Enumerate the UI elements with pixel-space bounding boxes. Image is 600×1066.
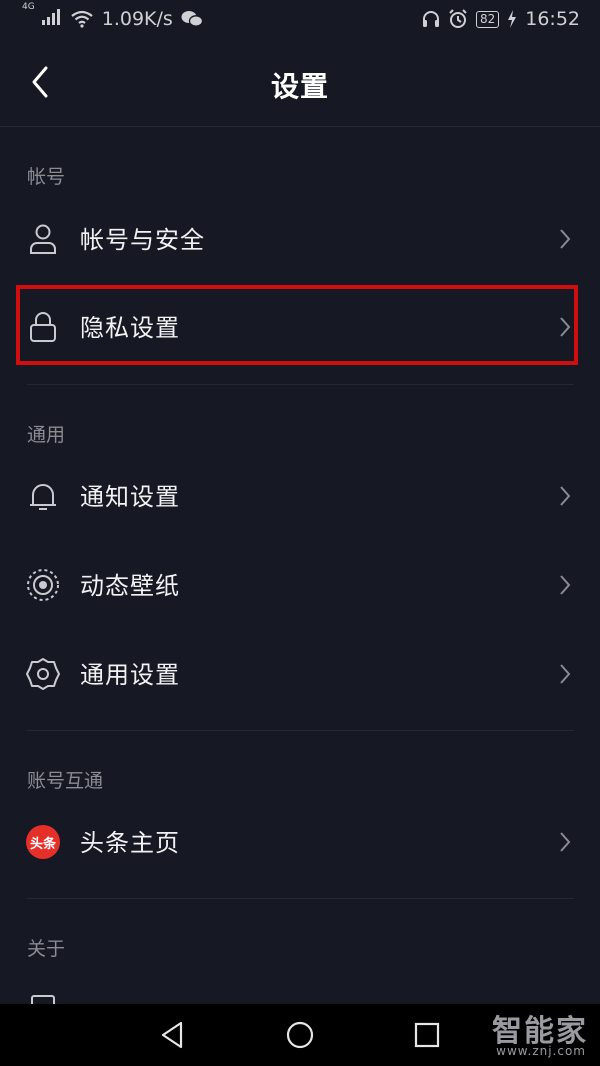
charging-icon <box>508 10 517 28</box>
gear-icon <box>26 658 60 690</box>
home-circle-icon[interactable] <box>283 1018 317 1052</box>
chevron-right-icon <box>560 575 571 595</box>
settings-item-label: 帐号与安全 <box>80 226 205 254</box>
clock: 16:52 <box>525 8 580 30</box>
network-speed: 1.09K/s <box>101 8 173 30</box>
section-header-about: 关于 <box>27 938 66 960</box>
settings-item-label: 动态壁纸 <box>80 572 180 600</box>
network-type: 4G <box>22 2 35 12</box>
settings-item-label: 通知设置 <box>80 483 180 511</box>
status-bar: 4G 1.09K/s 82 16:52 <box>0 0 600 40</box>
wechat-icon <box>181 11 203 27</box>
toutiao-logo: 头条 <box>26 825 60 859</box>
section-header-account: 帐号 <box>27 166 66 188</box>
alarm-icon <box>449 9 467 28</box>
settings-item-live-wallpaper[interactable]: 动态壁纸 <box>0 542 600 628</box>
settings-item-label: 头条主页 <box>80 829 180 857</box>
person-icon <box>30 224 56 254</box>
signal-icon: 4G <box>22 2 62 30</box>
recents-square-icon[interactable] <box>410 1018 444 1052</box>
settings-item-general[interactable]: 通用设置 <box>0 631 600 717</box>
settings-item-label: 通用设置 <box>80 661 180 689</box>
highlight-box <box>16 285 578 365</box>
settings-item-toutiao[interactable]: 头条 头条主页 <box>0 799 600 885</box>
live-wallpaper-icon <box>27 569 59 601</box>
chevron-right-icon <box>560 664 571 684</box>
section-divider <box>27 898 574 899</box>
section-divider <box>27 730 574 731</box>
settings-item-notifications[interactable]: 通知设置 <box>0 453 600 539</box>
bell-icon <box>30 484 56 510</box>
chevron-right-icon <box>560 229 571 249</box>
page-title: 设置 <box>270 70 329 103</box>
battery-icon: 82 <box>475 10 500 28</box>
chevron-right-icon <box>560 486 571 506</box>
settings-item-account-security[interactable]: 帐号与安全 <box>0 196 600 282</box>
back-triangle-icon[interactable] <box>155 1018 189 1052</box>
section-divider <box>27 384 574 385</box>
headphone-icon <box>422 11 439 27</box>
section-header-general: 通用 <box>27 424 66 446</box>
top-bar: 设置 <box>0 40 600 127</box>
section-header-account-link: 账号互通 <box>27 770 104 792</box>
watermark-url: www.znj.com <box>496 1044 586 1058</box>
chevron-right-icon <box>560 832 571 852</box>
wifi-icon <box>71 10 93 28</box>
